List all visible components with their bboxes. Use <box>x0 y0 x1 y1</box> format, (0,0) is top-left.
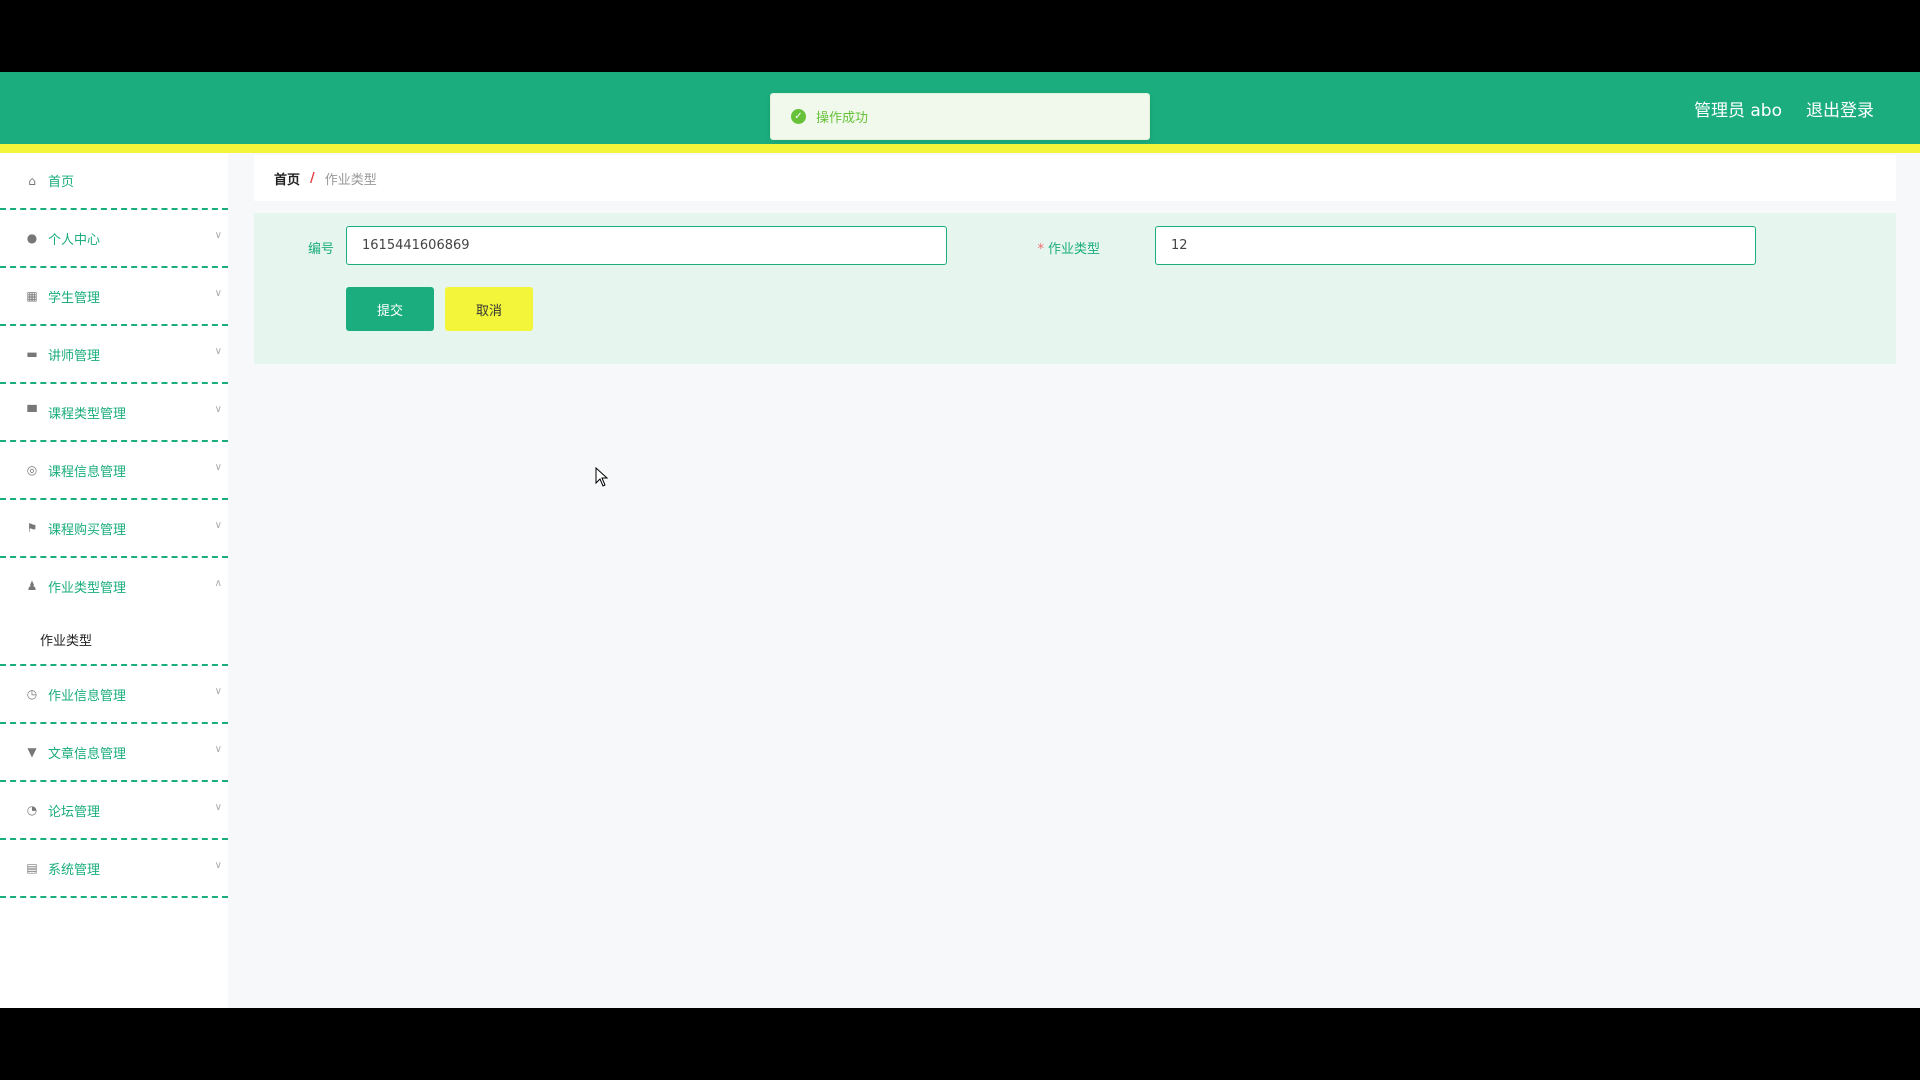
home-icon: ⌂ <box>28 173 36 188</box>
breadcrumb: 首页 / 作业类型 <box>254 155 1896 201</box>
sidebar-item-home[interactable]: ⌂ 首页 <box>0 153 228 210</box>
sidebar-item-label: 讲师管理 <box>48 348 101 364</box>
id-input[interactable]: 1615441606869 <box>346 226 947 265</box>
type-label: * 作业类型 <box>1010 238 1100 257</box>
mouse-cursor-icon <box>595 467 609 487</box>
user-icon: ● <box>26 231 38 245</box>
sidebar-item-homework-info[interactable]: ◷ 作业信息管理 ∨ <box>0 666 228 724</box>
cancel-button[interactable]: 取消 <box>445 287 533 331</box>
aperture-icon: ◎ <box>26 463 38 477</box>
sidebar-subitem-homework-type[interactable]: 作业类型 <box>0 614 228 666</box>
sidebar-item-label: 论坛管理 <box>48 804 101 820</box>
sidebar-item-system[interactable]: ▤ 系统管理 ∨ <box>0 840 228 898</box>
sidebar-item-label: 学生管理 <box>48 290 101 306</box>
sidebar-item-label: 系统管理 <box>48 862 101 878</box>
logout-button[interactable]: 退出登录 <box>1806 96 1874 121</box>
grid-icon: ▦ <box>26 289 38 303</box>
sign-icon: ▼ <box>27 745 37 759</box>
sidebar-item-label: 文章信息管理 <box>48 746 127 762</box>
chevron-down-icon: ∨ <box>214 744 222 755</box>
chevron-down-icon: ∨ <box>214 230 222 241</box>
clipboard-icon: ▤ <box>26 861 38 875</box>
sidebar-item-label: 课程购买管理 <box>48 522 127 538</box>
sidebar-item-personal-center[interactable]: ● 个人中心 ∨ <box>0 210 228 268</box>
flag-icon: ⚑ <box>26 521 38 535</box>
chevron-down-icon: ∨ <box>214 462 222 473</box>
briefcase-icon: ▬ <box>26 347 38 361</box>
sidebar-item-articles[interactable]: ▼ 文章信息管理 ∨ <box>0 724 228 782</box>
sidebar-item-homework-types[interactable]: ♟ 作业类型管理 ∧ <box>0 558 228 614</box>
user-label: 管理员 abo <box>1693 100 1782 121</box>
sidebar-item-label: 课程信息管理 <box>48 464 127 480</box>
chevron-down-icon: ∨ <box>214 288 222 299</box>
chevron-down-icon: ∨ <box>214 686 222 697</box>
breadcrumb-home-link[interactable]: 首页 <box>274 169 300 188</box>
sidebar-item-course-info[interactable]: ◎ 课程信息管理 ∨ <box>0 442 228 500</box>
required-mark: * <box>1037 242 1044 257</box>
homework-type-form: 编号 1615441606869 * 作业类型 12 提交 取消 <box>254 213 1896 364</box>
type-input[interactable]: 12 <box>1155 226 1756 265</box>
chevron-down-icon: ∨ <box>214 860 222 871</box>
sidebar-item-students[interactable]: ▦ 学生管理 ∨ <box>0 268 228 326</box>
sidebar-item-forum[interactable]: ◔ 论坛管理 ∨ <box>0 782 228 840</box>
chevron-up-icon: ∧ <box>214 578 222 589</box>
sidebar-subitem-label: 作业类型 <box>40 633 93 649</box>
chevron-down-icon: ∨ <box>214 520 222 531</box>
sidebar-item-course-purchases[interactable]: ⚑ 课程购买管理 ∨ <box>0 500 228 558</box>
sidebar-item-label: 首页 <box>48 175 75 190</box>
person-icon: ♟ <box>26 579 38 593</box>
sidebar-item-teachers[interactable]: ▬ 讲师管理 ∨ <box>0 326 228 384</box>
top-header: 管理员 abo 退出登录 ✓ 操作成功 <box>0 72 1920 144</box>
type-label-text: 作业类型 <box>1047 242 1100 257</box>
sidebar-item-label: 作业类型管理 <box>48 580 127 596</box>
letterbox-bottom <box>0 1008 1920 1080</box>
check-circle-icon: ✓ <box>791 109 806 124</box>
id-label: 编号 <box>307 242 334 257</box>
clock-icon: ◷ <box>26 687 38 701</box>
compass-icon: ◔ <box>26 803 38 817</box>
sidebar-item-label: 课程类型管理 <box>48 406 127 422</box>
monitor-icon: ▀ <box>27 405 37 419</box>
sidebar-item-label: 作业信息管理 <box>48 688 127 704</box>
header-user-area: 管理员 abo 退出登录 <box>1694 72 1874 144</box>
submit-button[interactable]: 提交 <box>346 287 434 331</box>
sidebar-item-label: 个人中心 <box>48 232 101 248</box>
chevron-down-icon: ∨ <box>214 404 222 415</box>
sidebar: ⌂ 首页 ● 个人中心 ∨ ▦ 学生管理 ∨ ▬ 讲师管理 ∨ ▀ 课程类型管理… <box>0 153 228 1008</box>
breadcrumb-current: 作业类型 <box>324 172 377 188</box>
header-stripe <box>0 144 1920 153</box>
breadcrumb-separator: / <box>310 170 315 186</box>
chevron-down-icon: ∨ <box>214 346 222 357</box>
success-toast: ✓ 操作成功 <box>770 93 1150 140</box>
toast-message: 操作成功 <box>816 111 869 126</box>
chevron-down-icon: ∨ <box>214 802 222 813</box>
app-window: 管理员 abo 退出登录 ✓ 操作成功 ⌂ 首页 ● 个人中心 ∨ ▦ 学生管理… <box>0 72 1920 1008</box>
letterbox-top <box>0 0 1920 72</box>
sidebar-item-course-types[interactable]: ▀ 课程类型管理 ∨ <box>0 384 228 442</box>
